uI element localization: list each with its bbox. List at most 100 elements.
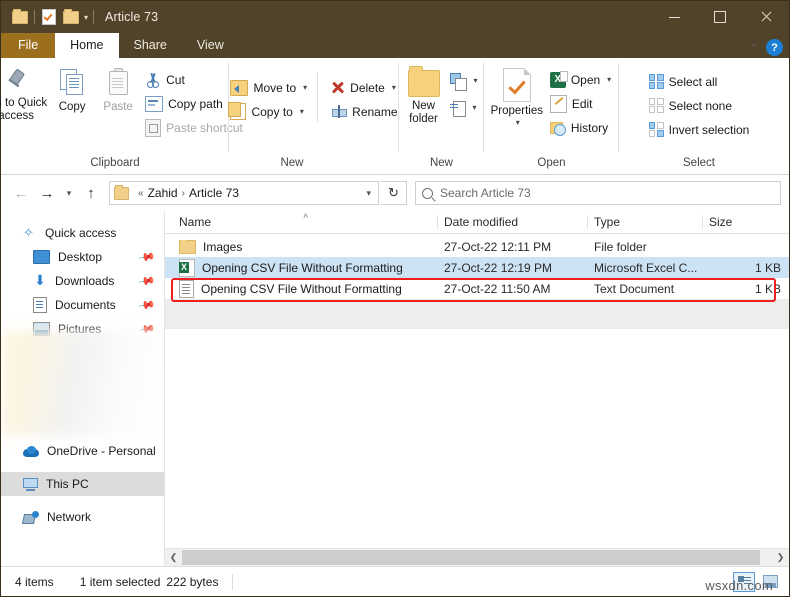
file-list-pane: Name ˄ Date modified Type Size Images 27… bbox=[165, 211, 789, 566]
up-button[interactable]: ↑ bbox=[79, 181, 103, 205]
scrollbar-thumb[interactable] bbox=[182, 550, 761, 565]
open-button[interactable]: X Open ▾ bbox=[546, 69, 615, 90]
sidebar-item-onedrive[interactable]: OneDrive - Personal bbox=[1, 439, 164, 463]
copy-to-label: Copy to bbox=[251, 104, 293, 119]
move-to-button[interactable]: Move to ▾ bbox=[226, 77, 311, 98]
forward-button[interactable]: → bbox=[35, 181, 59, 205]
table-row[interactable]: Opening CSV File Without Formatting 27-O… bbox=[165, 278, 789, 299]
move-to-label: Move to bbox=[253, 80, 297, 95]
delete-icon bbox=[330, 80, 345, 95]
select-all-button[interactable]: Select all bbox=[645, 71, 754, 92]
pin-icon-documents[interactable]: 📌 bbox=[138, 296, 157, 315]
status-divider bbox=[232, 573, 234, 590]
tab-file[interactable]: File bbox=[1, 33, 56, 58]
column-header-name[interactable]: Name ˄ bbox=[173, 211, 438, 233]
properties-button[interactable]: Properties ▾ bbox=[488, 64, 546, 127]
edit-button[interactable]: Edit bbox=[546, 93, 615, 114]
refresh-button[interactable]: ↻ bbox=[381, 181, 407, 205]
properties-caret-icon[interactable]: ▾ bbox=[516, 118, 520, 127]
maximize-button[interactable] bbox=[697, 1, 743, 33]
recent-locations-button[interactable]: ▾ bbox=[61, 181, 77, 205]
easy-access-caret-icon[interactable]: ▾ bbox=[473, 103, 477, 112]
select-none-button[interactable]: Select none bbox=[645, 95, 754, 116]
search-box[interactable]: Search Article 73 bbox=[415, 181, 781, 205]
copy-path-icon bbox=[145, 95, 164, 112]
status-item-count: 4 items bbox=[15, 574, 54, 589]
history-button[interactable]: History bbox=[546, 117, 615, 138]
scrollbar-track[interactable] bbox=[182, 549, 772, 566]
group-label-select: Select bbox=[683, 157, 715, 169]
new-item-caret-icon[interactable]: ▾ bbox=[474, 76, 478, 85]
easy-access-button[interactable]: ▾ bbox=[446, 97, 482, 118]
new-item-button[interactable]: ▾ bbox=[446, 70, 482, 91]
invert-selection-label: Invert selection bbox=[668, 122, 750, 137]
sidebar-label-quick-access: Quick access bbox=[45, 226, 117, 240]
address-dropdown-icon[interactable]: ▾ bbox=[361, 188, 376, 199]
breadcrumb-item-1[interactable]: Zahid bbox=[148, 186, 178, 200]
delete-caret-icon[interactable]: ▾ bbox=[392, 83, 396, 92]
open-caret-icon[interactable]: ▾ bbox=[607, 75, 611, 84]
qat-divider-2 bbox=[93, 10, 95, 24]
pin-icon-desktop[interactable]: 📌 bbox=[138, 248, 157, 267]
qat-new-folder-icon[interactable] bbox=[60, 6, 82, 28]
quick-access-toolbar: ▾ bbox=[1, 1, 97, 33]
table-row[interactable]: Images 27-Oct-22 12:11 PM File folder bbox=[165, 236, 789, 257]
sidebar-item-this-pc[interactable]: This PC bbox=[1, 472, 164, 496]
rename-button[interactable]: Rename bbox=[326, 101, 401, 122]
qat-folder-icon[interactable] bbox=[9, 6, 31, 28]
sidebar-label-network: Network bbox=[47, 510, 92, 524]
delete-button[interactable]: Delete ▾ bbox=[326, 77, 401, 98]
status-selection-size: 222 bytes bbox=[166, 574, 219, 589]
qat-dropdown-caret-icon[interactable]: ▾ bbox=[84, 13, 88, 22]
tab-share[interactable]: Share bbox=[119, 33, 182, 58]
column-header-type[interactable]: Type bbox=[588, 211, 703, 233]
pin-label: Pin to Quick access bbox=[0, 97, 48, 122]
pin-to-quick-access-button[interactable]: Pin to Quick access bbox=[0, 64, 49, 123]
sidebar-item-downloads[interactable]: ⬇ Downloads 📌 bbox=[1, 269, 164, 293]
move-to-caret-icon[interactable]: ▾ bbox=[303, 83, 307, 92]
address-bar[interactable]: « Zahid › Article 73 ▾ bbox=[109, 181, 379, 205]
organize-col-1: Move to ▾ Copy to ▾ bbox=[226, 72, 311, 122]
sidebar-item-documents[interactable]: Documents 📌 bbox=[1, 293, 164, 317]
window-title: Article 73 bbox=[105, 10, 159, 24]
excel-icon: X bbox=[549, 70, 568, 88]
row-date-cell: 27-Oct-22 11:50 AM bbox=[444, 281, 551, 296]
new-folder-icon bbox=[407, 66, 440, 97]
horizontal-scrollbar[interactable]: ❮ ❯ bbox=[165, 548, 789, 566]
invert-selection-button[interactable]: Invert selection bbox=[645, 119, 754, 140]
back-button[interactable]: ← bbox=[9, 181, 33, 205]
column-header-size[interactable]: Size bbox=[703, 211, 789, 233]
minimize-button[interactable] bbox=[651, 1, 697, 33]
copy-to-button[interactable]: Copy to ▾ bbox=[226, 101, 311, 122]
breadcrumb-separator: › bbox=[181, 187, 185, 199]
column-header-date-modified[interactable]: Date modified bbox=[438, 211, 588, 233]
qat-properties-icon[interactable] bbox=[38, 6, 60, 28]
sidebar-item-desktop[interactable]: Desktop 📌 bbox=[1, 245, 164, 269]
new-folder-button[interactable]: New folder bbox=[402, 64, 446, 126]
address-folder-icon bbox=[114, 184, 129, 200]
copy-button[interactable]: Copy bbox=[49, 64, 95, 114]
help-button[interactable]: ? bbox=[766, 39, 783, 56]
explorer-body: ✧ Quick access Desktop 📌 ⬇ Downloads 📌 D… bbox=[1, 211, 789, 566]
sidebar-item-network[interactable]: Network bbox=[1, 505, 164, 529]
sidebar-item-quick-access[interactable]: ✧ Quick access bbox=[1, 221, 164, 245]
breadcrumb-item-2[interactable]: Article 73 bbox=[189, 186, 239, 200]
close-button[interactable] bbox=[743, 1, 789, 33]
scroll-right-button[interactable]: ❯ bbox=[772, 549, 789, 566]
move-to-icon bbox=[230, 79, 249, 96]
search-icon bbox=[422, 187, 433, 199]
row-name-cell: Images bbox=[173, 239, 438, 254]
sidebar-label-desktop: Desktop bbox=[58, 250, 103, 264]
tab-home[interactable]: Home bbox=[55, 33, 119, 58]
scroll-left-button[interactable]: ❮ bbox=[165, 549, 182, 566]
redacted-region bbox=[2, 331, 163, 436]
tab-view[interactable]: View bbox=[182, 33, 239, 58]
watermark: wsxdn.com bbox=[705, 578, 773, 593]
row-date-cell: 27-Oct-22 12:11 PM bbox=[444, 239, 552, 254]
file-rows: Images 27-Oct-22 12:11 PM File folder Op… bbox=[165, 234, 789, 548]
paste-button[interactable]: Paste bbox=[95, 64, 141, 114]
table-row[interactable]: Opening CSV File Without Formatting 27-O… bbox=[165, 257, 789, 278]
copy-to-caret-icon[interactable]: ▾ bbox=[300, 107, 304, 116]
chevron-up-icon[interactable]: ^ bbox=[751, 42, 756, 54]
pin-icon-downloads[interactable]: 📌 bbox=[138, 272, 157, 291]
